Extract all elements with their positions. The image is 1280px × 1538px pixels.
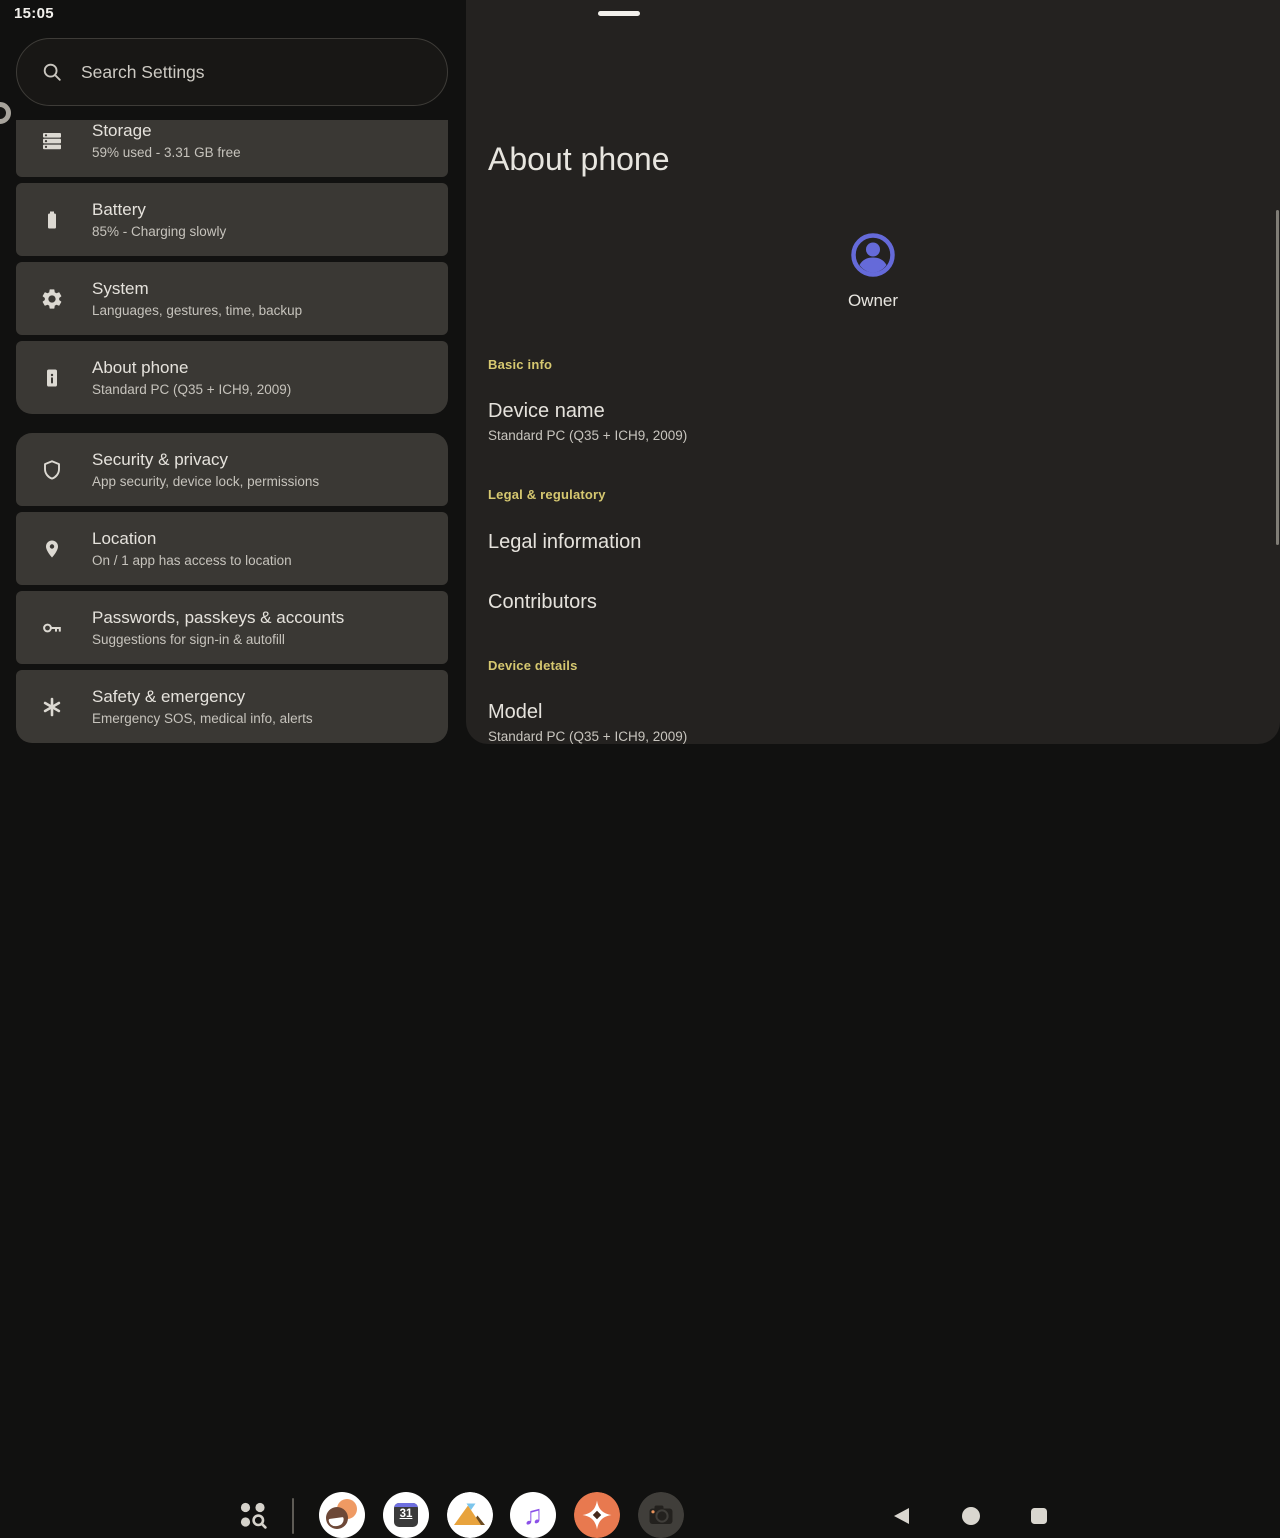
key-icon	[40, 616, 64, 640]
sidebar-item-sublabel: On / 1 app has access to location	[92, 552, 292, 570]
nav-recents-button[interactable]	[1031, 1508, 1047, 1524]
sidebar-item-system[interactable]: System Languages, gestures, time, backup	[16, 262, 448, 335]
about-phone-icon	[40, 366, 64, 390]
sidebar-item-sublabel: 59% used - 3.31 GB free	[92, 144, 241, 162]
camera-app-icon[interactable]	[638, 1492, 684, 1538]
calendar-glyph: 31	[394, 1503, 418, 1527]
sidebar-item-safety-emergency[interactable]: Safety & emergency Emergency SOS, medica…	[16, 670, 448, 743]
emergency-icon	[40, 695, 64, 719]
sidebar-item-label: Security & privacy	[92, 449, 319, 471]
photos-glyph	[447, 1492, 493, 1538]
music-note-glyph: ♫	[523, 1492, 543, 1538]
nav-back-button[interactable]	[894, 1508, 909, 1524]
camera-glyph	[638, 1492, 684, 1538]
assistant-sparkle-app-icon[interactable]	[574, 1492, 620, 1538]
contacts-app-icon[interactable]	[319, 1492, 365, 1538]
shield-icon	[40, 458, 64, 482]
android-settings-screen: 15:05	[0, 0, 1280, 800]
sidebar-item-storage[interactable]: Storage 59% used - 3.31 GB free	[16, 120, 448, 177]
owner-label: Owner	[466, 291, 1280, 311]
sidebar-item-label: Passwords, passkeys & accounts	[92, 607, 344, 629]
gear-icon	[40, 287, 64, 311]
location-icon	[40, 537, 64, 561]
window-drag-handle[interactable]	[598, 11, 640, 16]
status-bar-clock: 15:05	[14, 5, 54, 22]
content-scrollbar[interactable]	[1276, 210, 1279, 545]
sidebar-item-battery[interactable]: Battery 85% - Charging slowly	[16, 183, 448, 256]
taskbar: 31 ♫	[0, 744, 1280, 800]
search-icon	[41, 61, 63, 83]
legal-information-row[interactable]: Legal information	[488, 531, 641, 554]
sparkle-glyph	[574, 1492, 620, 1538]
sidebar-item-label: Safety & emergency	[92, 686, 313, 708]
taskbar-divider	[292, 1498, 294, 1534]
contacts-brown-face	[326, 1507, 348, 1529]
model-row[interactable]: Model	[488, 701, 542, 724]
about-phone-panel: About phone Owner Basic info Device name…	[466, 0, 1280, 744]
settings-menu-list: Storage 59% used - 3.31 GB free Battery …	[0, 120, 466, 744]
all-apps-search-icon[interactable]	[238, 1500, 268, 1530]
sidebar-item-passwords-accounts[interactable]: Passwords, passkeys & accounts Suggestio…	[16, 591, 448, 664]
sidebar-item-sublabel: Suggestions for sign-in & autofill	[92, 631, 344, 649]
contributors-row[interactable]: Contributors	[488, 591, 597, 614]
sidebar-item-location[interactable]: Location On / 1 app has access to locati…	[16, 512, 448, 585]
sidebar-item-sublabel: Languages, gestures, time, backup	[92, 302, 302, 320]
music-app-icon[interactable]: ♫	[510, 1492, 556, 1538]
page-title: About phone	[488, 141, 670, 178]
sidebar-item-label: About phone	[92, 357, 291, 379]
search-input[interactable]	[81, 62, 447, 83]
section-header-legal: Legal & regulatory	[488, 487, 606, 502]
section-header-basic-info: Basic info	[488, 357, 552, 372]
calendar-app-icon[interactable]: 31	[383, 1492, 429, 1538]
battery-menu-icon	[40, 208, 64, 232]
sidebar-item-label: Battery	[92, 199, 226, 221]
sidebar-item-sublabel: 85% - Charging slowly	[92, 223, 226, 241]
photos-app-icon[interactable]	[447, 1492, 493, 1538]
search-bar[interactable]	[16, 38, 448, 106]
sidebar-item-label: Storage	[92, 120, 241, 142]
sidebar-item-sublabel: Standard PC (Q35 + ICH9, 2009)	[92, 381, 291, 399]
section-header-device-details: Device details	[488, 658, 578, 673]
sidebar-item-about-phone[interactable]: About phone Standard PC (Q35 + ICH9, 200…	[16, 341, 448, 414]
sidebar-item-label: System	[92, 278, 302, 300]
owner-avatar[interactable]	[850, 232, 896, 283]
sidebar-item-security-privacy[interactable]: Security & privacy App security, device …	[16, 433, 448, 506]
device-name-value: Standard PC (Q35 + ICH9, 2009)	[488, 428, 687, 443]
sidebar-item-label: Location	[92, 528, 292, 550]
device-name-row[interactable]: Device name	[488, 400, 605, 423]
sidebar-item-sublabel: App security, device lock, permissions	[92, 473, 319, 491]
model-value: Standard PC (Q35 + ICH9, 2009)	[488, 729, 687, 744]
sidebar-item-sublabel: Emergency SOS, medical info, alerts	[92, 710, 313, 728]
nav-home-button[interactable]	[962, 1507, 980, 1525]
storage-icon	[40, 129, 64, 153]
